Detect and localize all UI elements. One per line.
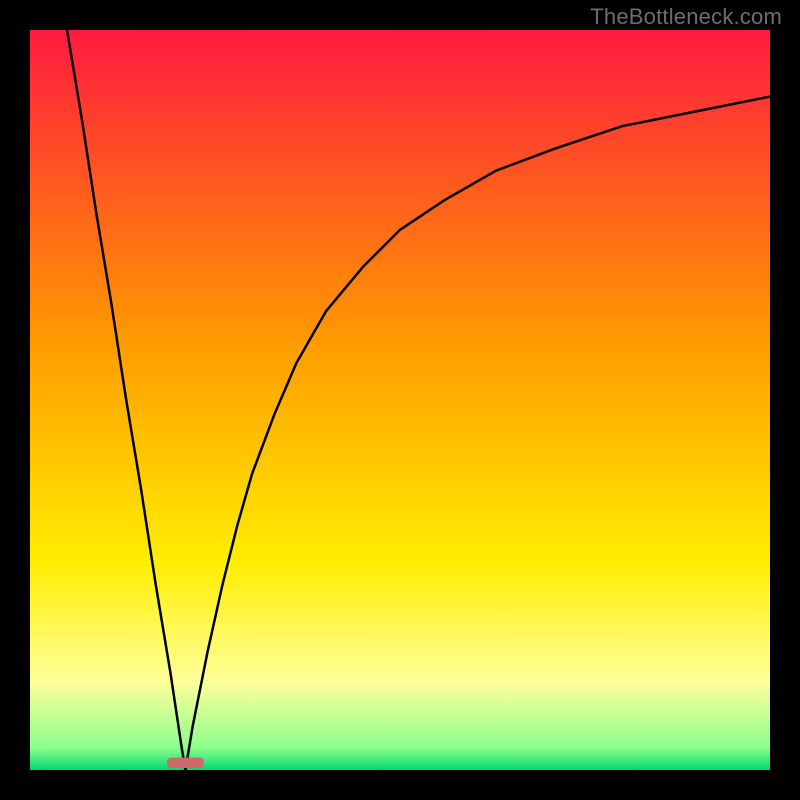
chart-svg (30, 30, 770, 770)
attribution-watermark: TheBottleneck.com (590, 4, 782, 30)
plot-frame (30, 30, 770, 770)
gradient-background (30, 30, 770, 770)
optimal-marker (167, 758, 204, 768)
chart-container: TheBottleneck.com (0, 0, 800, 800)
